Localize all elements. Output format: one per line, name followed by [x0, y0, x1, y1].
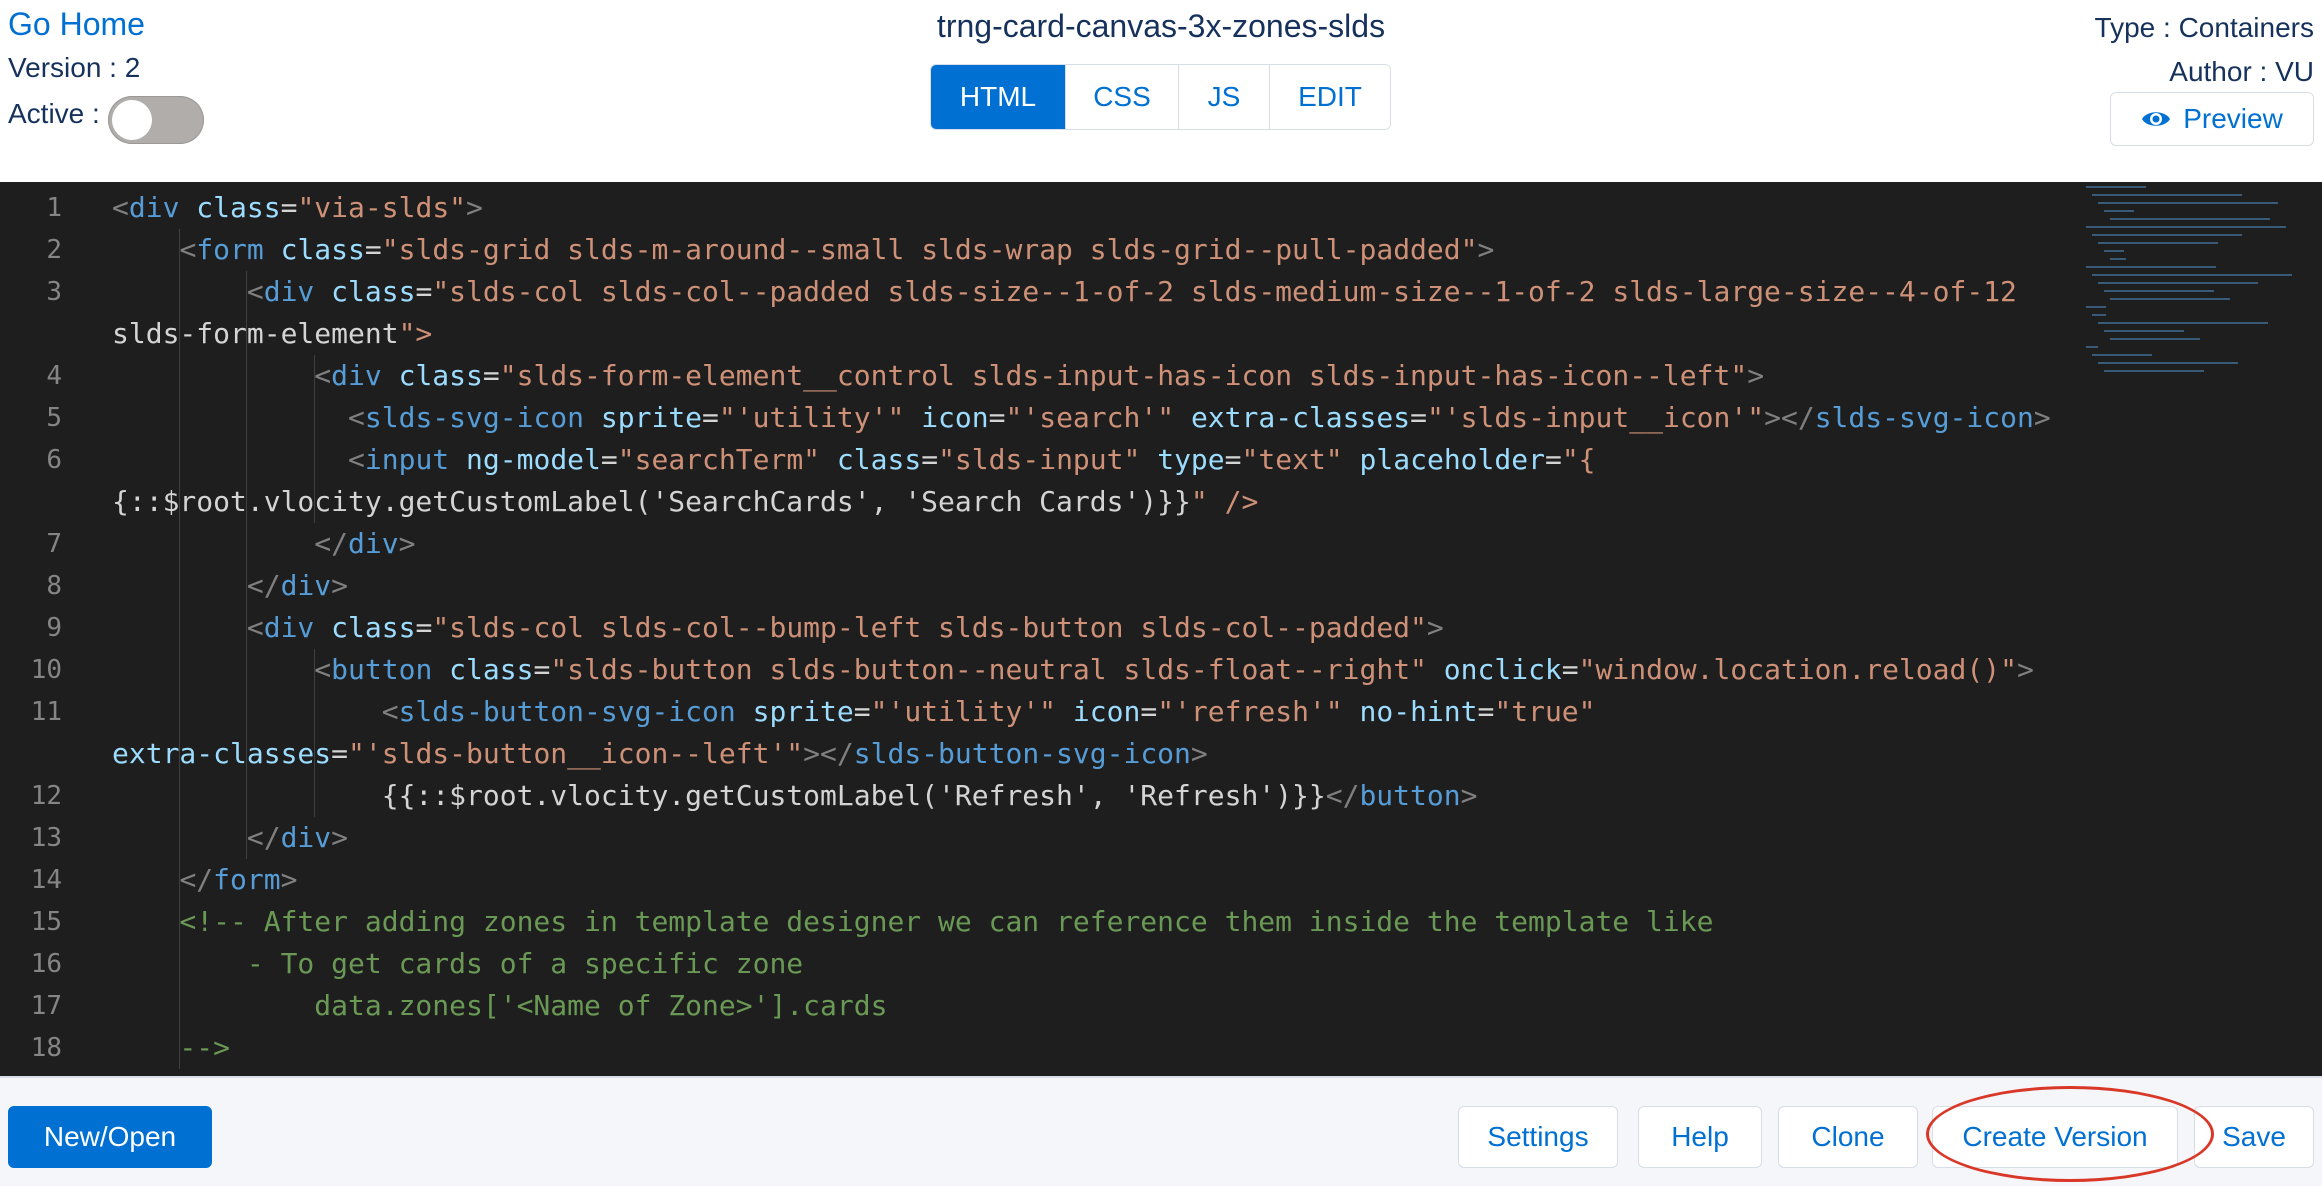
line-number: 16: [30, 949, 62, 979]
minimap-line: [2086, 266, 2216, 268]
page-title: trng-card-canvas-3x-zones-slds: [936, 8, 1386, 44]
create-version-button[interactable]: Create Version: [1932, 1106, 2178, 1168]
code-line[interactable]: </div>: [112, 565, 348, 607]
minimap-line: [2104, 290, 2214, 292]
tab-html[interactable]: HTML: [931, 65, 1065, 129]
minimap-line: [2104, 250, 2124, 252]
minimap-line: [2098, 362, 2238, 364]
minimap-line: [2098, 242, 2218, 244]
minimap-line: [2104, 210, 2134, 212]
version-label: Version : 2: [8, 52, 141, 83]
minimap-line: [2092, 274, 2292, 276]
code-line[interactable]: <button class="slds-button slds-button--…: [112, 649, 2034, 691]
tab-edit[interactable]: EDIT: [1269, 65, 1390, 129]
code-line[interactable]: extra-classes="'slds-button__icon--left'…: [112, 733, 1208, 775]
line-number: 10: [30, 655, 62, 685]
tab-js[interactable]: JS: [1178, 65, 1269, 129]
code-area[interactable]: <div class="via-slds"> <form class="slds…: [112, 182, 2082, 1076]
editor-tabs: HTML CSS JS EDIT: [930, 64, 1391, 130]
minimap-line: [2098, 322, 2268, 324]
settings-button[interactable]: Settings: [1458, 1106, 1618, 1168]
minimap-line: [2086, 346, 2098, 348]
line-number: 13: [30, 823, 62, 853]
line-number: 6: [46, 445, 62, 475]
code-line[interactable]: - To get cards of a specific zone: [112, 943, 803, 985]
code-line[interactable]: data.zones['<Name of Zone>'].cards: [112, 985, 887, 1027]
line-number: 12: [30, 781, 62, 811]
line-number: 8: [46, 571, 62, 601]
line-number: 3: [46, 277, 62, 307]
line-number: 11: [30, 697, 62, 727]
line-number: 17: [30, 991, 62, 1021]
help-button[interactable]: Help: [1638, 1106, 1762, 1168]
minimap-line: [2104, 370, 2204, 372]
minimap-line: [2104, 330, 2184, 332]
line-number: 4: [46, 361, 62, 391]
line-number: 5: [46, 403, 62, 433]
minimap-line: [2110, 298, 2230, 300]
code-line[interactable]: {{::$root.vlocity.getCustomLabel('Refres…: [112, 775, 1478, 817]
code-line[interactable]: </div>: [112, 523, 415, 565]
code-line[interactable]: <div class="slds-col slds-col--padded sl…: [112, 271, 2017, 313]
minimap-line: [2110, 338, 2200, 340]
minimap-line: [2098, 202, 2278, 204]
author-label: Author : VU: [2169, 56, 2314, 87]
active-toggle[interactable]: [108, 96, 204, 144]
active-label: Active :: [8, 98, 100, 129]
line-number: 14: [30, 865, 62, 895]
minimap-line: [2092, 194, 2242, 196]
tab-css[interactable]: CSS: [1065, 65, 1178, 129]
code-line[interactable]: <slds-button-svg-icon sprite="'utility'"…: [112, 691, 1596, 733]
type-label: Type : Containers: [2094, 12, 2314, 43]
minimap-line: [2086, 186, 2146, 188]
code-line[interactable]: slds-form-element">: [112, 313, 432, 355]
indent-guide: [313, 355, 315, 523]
code-line[interactable]: <div class="slds-col slds-col--bump-left…: [112, 607, 1444, 649]
minimap-line: [2086, 226, 2286, 228]
minimap[interactable]: [2086, 186, 2316, 406]
indent-guide: [313, 649, 315, 817]
code-line[interactable]: <slds-svg-icon sprite="'utility'" icon="…: [112, 397, 2051, 439]
minimap-line: [2092, 314, 2106, 316]
code-line[interactable]: -->: [112, 1027, 230, 1069]
code-line[interactable]: </form>: [112, 859, 297, 901]
code-line[interactable]: <!-- After adding zones in template desi…: [112, 901, 1713, 943]
indent-guide: [246, 271, 248, 859]
save-button[interactable]: Save: [2194, 1106, 2314, 1168]
line-number: 15: [30, 907, 62, 937]
code-line[interactable]: <div class="via-slds">: [112, 187, 483, 229]
code-line[interactable]: <input ng-model="searchTerm" class="slds…: [112, 439, 1596, 481]
indent-guide: [179, 229, 181, 1069]
new-open-button[interactable]: New/Open: [8, 1106, 212, 1168]
minimap-line: [2092, 354, 2152, 356]
line-number: 7: [46, 529, 62, 559]
minimap-line: [2098, 282, 2258, 284]
footer-toolbar: New/Open Settings Help Clone Create Vers…: [0, 1076, 2322, 1186]
line-number: 18: [30, 1033, 62, 1063]
code-line[interactable]: <div class="slds-form-element__control s…: [112, 355, 1764, 397]
line-number: 2: [46, 235, 62, 265]
preview-button[interactable]: Preview: [2110, 92, 2314, 146]
toggle-knob: [112, 100, 152, 140]
minimap-line: [2092, 234, 2242, 236]
code-line[interactable]: <form class="slds-grid slds-m-around--sm…: [112, 229, 1494, 271]
minimap-line: [2110, 218, 2270, 220]
line-number: 9: [46, 613, 62, 643]
line-gutter: 1 2 3 4 5 6 7 8 9 10 11 12 13 14 15 16 17 18: [0, 182, 96, 1076]
code-editor[interactable]: 1 2 3 4 5 6 7 8 9 10 11 12 13 14 15 16 17 18 <div class="…: [0, 182, 2322, 1076]
minimap-line: [2086, 306, 2106, 308]
header: Go Home Version : 2 Active : trng-card-c…: [0, 0, 2322, 180]
code-line[interactable]: {::$root.vlocity.getCustomLabel('SearchC…: [112, 481, 1258, 523]
clone-button[interactable]: Clone: [1778, 1106, 1918, 1168]
code-line[interactable]: </div>: [112, 817, 348, 859]
preview-label: Preview: [2183, 103, 2283, 134]
eye-icon: [2142, 112, 2171, 126]
line-number: 1: [46, 193, 62, 223]
minimap-line: [2110, 258, 2126, 260]
